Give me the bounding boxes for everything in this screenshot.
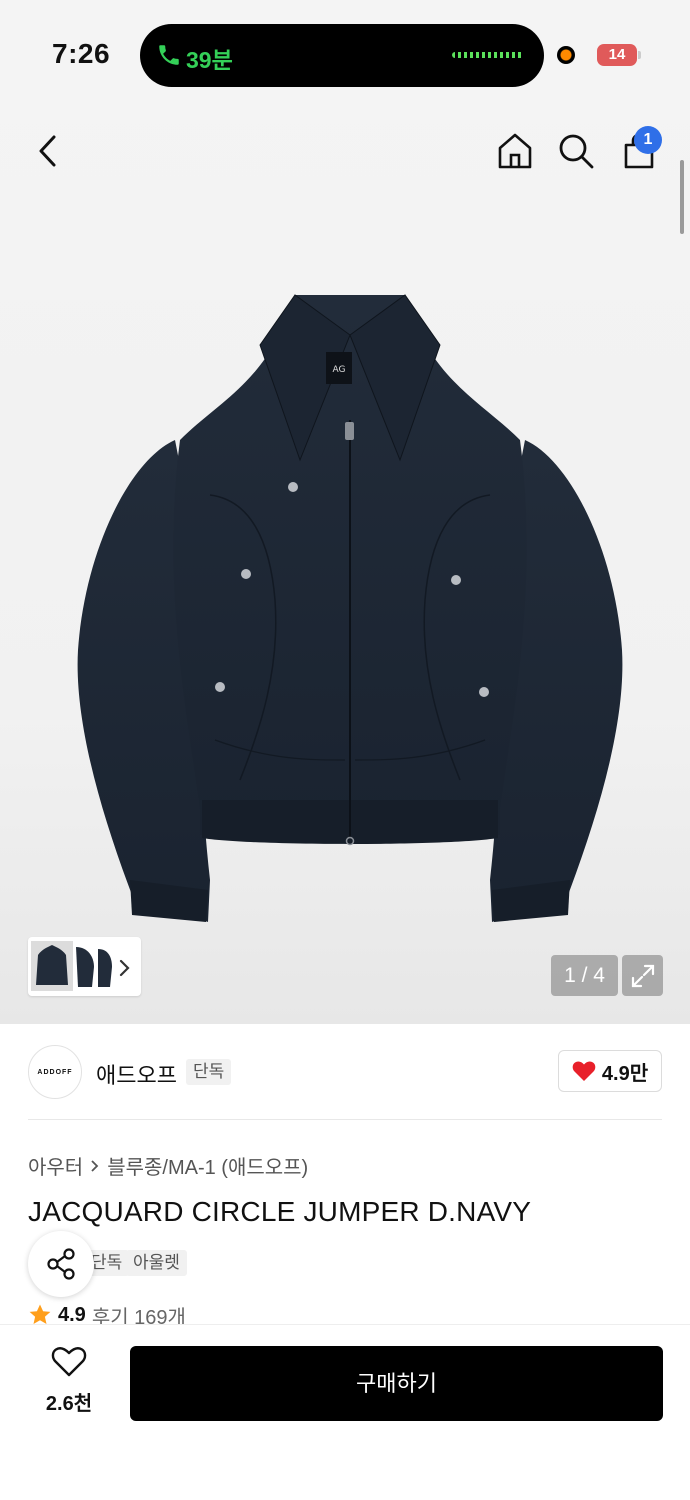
gallery-page-counter: 1 / 4 [551, 955, 618, 996]
audio-waveform [452, 52, 524, 58]
brand-like-button[interactable]: 4.9만 [558, 1050, 662, 1092]
battery-indicator: 14 [597, 44, 637, 66]
scrollbar[interactable] [680, 160, 684, 234]
home-button[interactable] [492, 128, 538, 174]
chevron-left-icon [39, 135, 56, 167]
cart-count-badge: 1 [634, 126, 662, 154]
share-button[interactable] [28, 1231, 94, 1297]
svg-text:AG: AG [333, 365, 346, 375]
breadcrumb: 아우터 블루종/MA-1 (애드오프) [28, 1151, 308, 1180]
product-title: JACQUARD CIRCLE JUMPER D.NAVY [28, 1196, 532, 1227]
status-time: 7:26 [52, 38, 111, 69]
chevron-right-icon[interactable] [118, 958, 132, 978]
chevron-right-icon [91, 1159, 99, 1172]
home-icon [498, 133, 532, 169]
heart-outline-icon [51, 1347, 87, 1377]
search-button[interactable] [553, 128, 599, 174]
brand-logo[interactable]: ADDOFF [28, 1045, 82, 1099]
phone-icon [159, 45, 179, 65]
wishlist-button[interactable]: 2.6천 [36, 1346, 102, 1416]
buy-button[interactable]: 구매하기 [130, 1346, 663, 1421]
expand-button[interactable] [622, 955, 663, 996]
brand-like-count: 4.9만 [601, 1062, 649, 1085]
battery-nub [638, 51, 641, 59]
heart-filled-icon [572, 1061, 596, 1081]
brand-exclusive-tag: 단독 [186, 1059, 232, 1085]
wishlist-count: 2.6천 [45, 1393, 93, 1415]
brand-name[interactable]: 애드오프 [96, 1058, 177, 1090]
breadcrumb-category[interactable]: 아우터 [28, 1151, 83, 1180]
camera-indicator-icon [557, 46, 575, 64]
product-tag-outlet: 아울렛 [126, 1250, 187, 1276]
divider [28, 1119, 662, 1120]
share-icon [47, 1248, 75, 1280]
breadcrumb-subcategory[interactable]: 블루종/MA-1 (애드오프) [107, 1151, 308, 1180]
back-button[interactable] [26, 128, 72, 174]
search-icon [559, 134, 594, 169]
expand-icon [631, 964, 654, 987]
product-image[interactable]: AG [70, 290, 630, 930]
call-duration: 39분 [186, 47, 233, 73]
dynamic-island-call[interactable]: 39분 [140, 24, 544, 87]
